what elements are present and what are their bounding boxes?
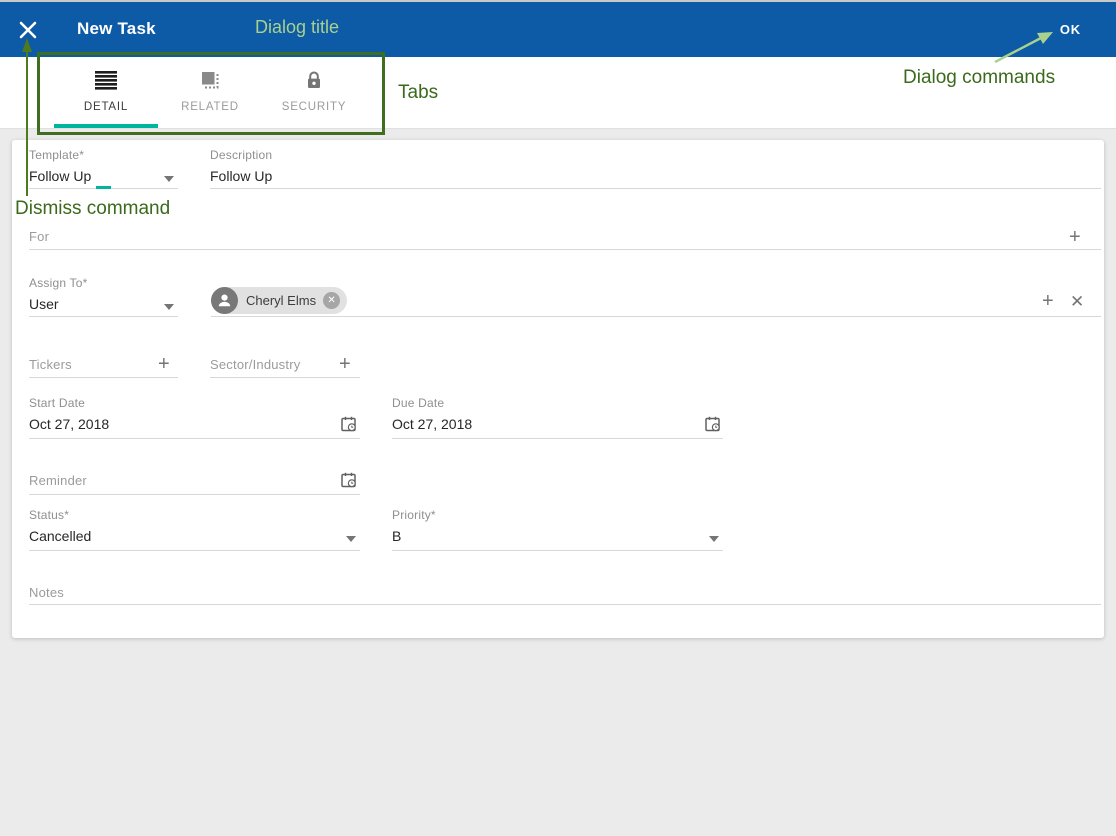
- reorder-icon: [94, 70, 118, 95]
- status-select[interactable]: Cancelled: [29, 528, 91, 544]
- for-label: For: [29, 229, 49, 244]
- notes-underline: [29, 604, 1101, 605]
- reminder-label: Reminder: [29, 473, 87, 488]
- assign-to-label: Assign To*: [29, 276, 87, 290]
- for-add-icon[interactable]: +: [1069, 230, 1081, 244]
- start-date-underline: [29, 438, 360, 439]
- dialog-title: New Task: [77, 19, 156, 39]
- flip-to-back-icon: [200, 70, 220, 95]
- priority-underline: [392, 550, 723, 551]
- template-dropdown-icon[interactable]: [164, 176, 174, 182]
- close-icon: [17, 28, 39, 45]
- tab-detail-label: DETAIL: [84, 101, 128, 113]
- reminder-calendar-icon[interactable]: [340, 471, 358, 489]
- dismiss-button[interactable]: [17, 19, 39, 41]
- assign-to-underline: [29, 316, 178, 317]
- ok-button[interactable]: OK: [1060, 22, 1081, 37]
- person-icon: [211, 287, 238, 314]
- assignee-underline: [211, 316, 1101, 317]
- sector-add-icon[interactable]: +: [339, 357, 351, 371]
- status-label: Status*: [29, 508, 69, 522]
- assign-to-select[interactable]: User: [29, 296, 59, 312]
- assign-clear-icon[interactable]: ✕: [1070, 295, 1084, 309]
- new-task-dialog: New Task OK DETAIL: [0, 0, 1116, 836]
- priority-label: Priority*: [392, 508, 436, 522]
- sector-label: Sector/Industry: [210, 357, 300, 372]
- tab-related[interactable]: RELATED: [158, 57, 262, 128]
- description-label: Description: [210, 148, 272, 162]
- description-underline: [210, 188, 1101, 189]
- tab-security[interactable]: SECURITY: [262, 57, 366, 128]
- assign-add-icon[interactable]: +: [1042, 294, 1054, 308]
- due-date-calendar-icon[interactable]: [704, 415, 722, 433]
- status-underline: [29, 550, 360, 551]
- detail-form-card: Template* Follow Up Description Follow U…: [12, 140, 1104, 638]
- lock-icon: [304, 70, 324, 95]
- due-date-label: Due Date: [392, 396, 444, 410]
- tickers-add-icon[interactable]: +: [158, 357, 170, 371]
- tab-detail[interactable]: DETAIL: [54, 57, 158, 128]
- due-date-underline: [392, 438, 723, 439]
- start-date-calendar-icon[interactable]: [340, 415, 358, 433]
- description-input[interactable]: Follow Up: [210, 168, 272, 184]
- dialog-header: New Task OK: [0, 2, 1116, 57]
- tab-security-label: SECURITY: [282, 101, 347, 113]
- priority-dropdown-icon[interactable]: [709, 536, 719, 542]
- status-dropdown-icon[interactable]: [346, 536, 356, 542]
- tickers-underline: [29, 377, 178, 378]
- start-date-label: Start Date: [29, 396, 85, 410]
- assignee-chip-name: Cheryl Elms: [246, 293, 316, 308]
- template-focus-underline: [96, 186, 111, 189]
- for-underline: [29, 249, 1101, 250]
- tickers-label: Tickers: [29, 357, 72, 372]
- template-select[interactable]: Follow Up: [29, 168, 91, 184]
- due-date-input[interactable]: Oct 27, 2018: [392, 416, 472, 432]
- tab-related-label: RELATED: [181, 101, 239, 113]
- chip-remove-icon[interactable]: ✕: [323, 292, 340, 309]
- assignee-chip[interactable]: Cheryl Elms ✕: [211, 287, 347, 314]
- active-tab-indicator: [54, 124, 158, 128]
- reminder-underline: [29, 494, 360, 495]
- sector-underline: [210, 377, 360, 378]
- template-label: Template*: [29, 148, 84, 162]
- tab-bar: DETAIL RELATED SECURITY: [0, 57, 1116, 129]
- start-date-input[interactable]: Oct 27, 2018: [29, 416, 109, 432]
- notes-label: Notes: [29, 585, 64, 600]
- priority-select[interactable]: B: [392, 528, 401, 544]
- assign-to-dropdown-icon[interactable]: [164, 304, 174, 310]
